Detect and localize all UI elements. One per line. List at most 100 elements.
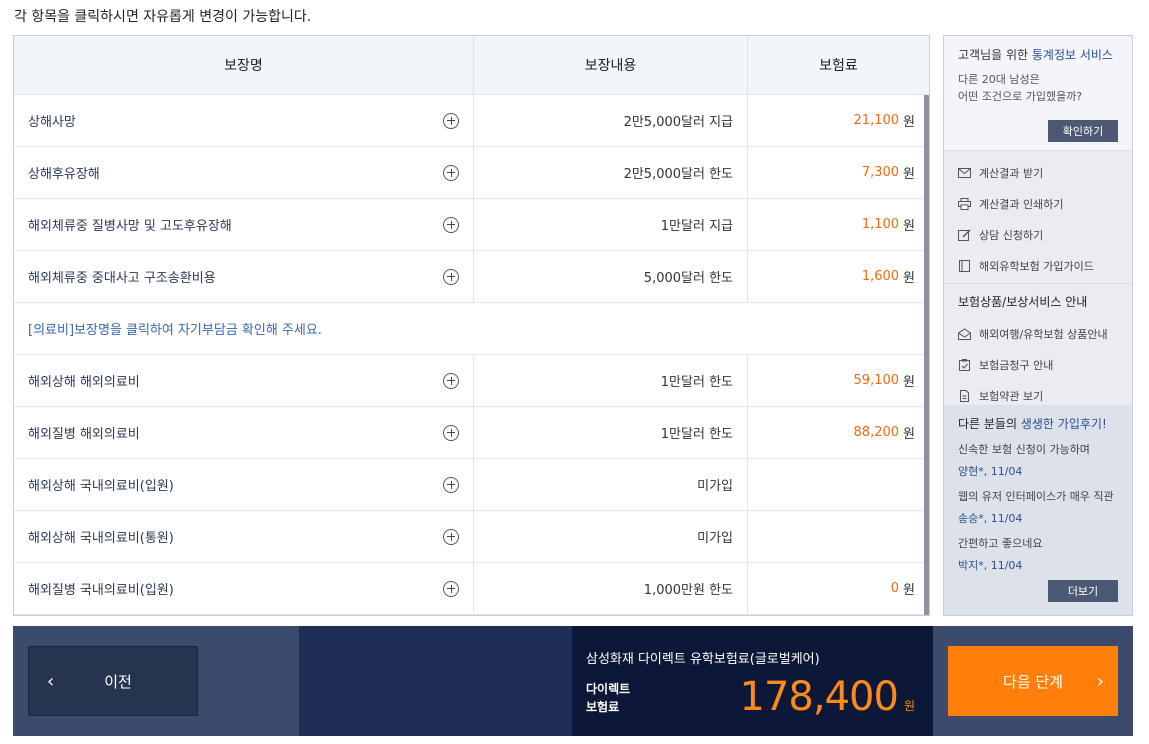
review-item[interactable]: 웹의 유저 인터페이스가 매우 직관 송승*, 11/04	[958, 488, 1118, 526]
coverage-content[interactable]: 1만달러 한도	[661, 371, 733, 390]
review-text[interactable]: 신속한 보험 신청이 가능하며	[958, 441, 1118, 457]
coverage-content-cell[interactable]: 1만달러 한도	[473, 355, 747, 406]
coverage-content-cell[interactable]: 미가입	[473, 511, 747, 562]
plus-circle-icon[interactable]	[443, 476, 459, 493]
plus-circle-icon[interactable]	[443, 372, 459, 389]
coverage-name[interactable]: 상해후유장해	[28, 163, 100, 182]
side-link-label: 계산결과 받기	[979, 166, 1044, 180]
premium-unit: 원	[903, 583, 915, 598]
coverage-content-cell[interactable]: 1만달러 지급	[473, 199, 747, 250]
stats-desc-line-1: 다른 20대 남성은	[958, 73, 1040, 86]
coverage-name[interactable]: 상해사망	[28, 111, 76, 130]
service-links: 해외여행/유학보험 상품안내 보험금청구 안내보험약관 보기	[944, 312, 1132, 413]
premium-value: 88,200	[853, 425, 900, 440]
medical-notice[interactable]: [의료비]보장명을 클릭하여 자기부담금 확인해 주세요.	[14, 303, 929, 355]
table-row[interactable]: 해외체류중 중대사고 구조송환비용 5,000달러 한도 1,600 원	[14, 251, 929, 303]
side-link-label: 계산결과 인쇄하기	[979, 197, 1064, 211]
table-row[interactable]: 상해사망 2만5,000달러 지급 21,100 원	[14, 95, 929, 147]
result-actions: 계산결과 받기계산결과 인쇄하기상담 신청하기 해외유학보험 가입가이드	[944, 151, 1132, 284]
coverage-content[interactable]: 1만달러 지급	[661, 215, 733, 234]
confirm-button[interactable]: 확인하기	[1048, 120, 1118, 142]
coverage-name-cell[interactable]: 상해후유장해	[14, 147, 473, 198]
coverage-table: 보장명 보장내용 보험료 상해사망 2만5,000달러 지급 21,100 원 상해후유…	[13, 35, 930, 616]
plus-circle-icon[interactable]	[443, 112, 459, 129]
premium-cell	[747, 459, 929, 510]
review-item[interactable]: 간편하고 좋으네요박지*, 11/04	[958, 535, 1118, 573]
coverage-content-cell[interactable]: 미가입	[473, 459, 747, 510]
coverage-name[interactable]: 해외질병 해외의료비	[28, 423, 140, 442]
coverage-name[interactable]: 해외질병 국내의료비(입원)	[28, 579, 174, 598]
next-button-label: 다음 단계	[1003, 672, 1063, 691]
stats-title-highlight: 통계정보 서비스	[1031, 48, 1113, 62]
coverage-name-cell[interactable]: 해외상해 해외의료비	[14, 355, 473, 406]
premium-cell: 7,300 원	[747, 147, 929, 198]
plus-circle-icon[interactable]	[443, 164, 459, 181]
table-row[interactable]: 상해후유장해 2만5,000달러 한도 7,300 원	[14, 147, 929, 199]
coverage-name[interactable]: 해외체류중 질병사망 및 고도후유장해	[28, 215, 232, 234]
edit-icon	[958, 228, 971, 241]
table-scrollbar[interactable]	[924, 95, 929, 615]
plus-circle-icon[interactable]	[443, 424, 459, 441]
coverage-name-cell[interactable]: 해외체류중 중대사고 구조송환비용	[14, 251, 473, 302]
side-link-item[interactable]: 상담 신청하기	[958, 219, 1118, 250]
review-meta: 박지*, 11/04	[958, 559, 1023, 572]
review-meta: 양현*, 11/04	[958, 465, 1023, 478]
side-link-label: 보험약관 보기	[979, 389, 1044, 403]
coverage-name-cell[interactable]: 상해사망	[14, 95, 473, 146]
coverage-name-cell[interactable]: 해외체류중 질병사망 및 고도후유장해	[14, 199, 473, 250]
premium-value: 1,100	[861, 217, 900, 232]
coverage-content[interactable]: 미가입	[697, 527, 733, 546]
stats-description: 다른 20대 남성은 어떤 조건으로 가입했을까?	[958, 71, 1118, 105]
table-row[interactable]: 해외질병 해외의료비 1만달러 한도 88,200 원	[14, 407, 929, 459]
side-link-item[interactable]: 계산결과 인쇄하기	[958, 188, 1118, 219]
review-text[interactable]: 간편하고 좋으네요	[958, 535, 1118, 551]
print-icon	[958, 197, 971, 210]
coverage-content-cell[interactable]: 1,000만원 한도	[473, 563, 747, 614]
coverage-name-cell[interactable]: 해외상해 국내의료비(통원)	[14, 511, 473, 562]
premium-unit: 원	[903, 219, 915, 234]
coverage-name[interactable]: 해외상해 국내의료비(통원)	[28, 527, 174, 546]
coverage-name[interactable]: 해외상해 해외의료비	[28, 371, 140, 390]
coverage-content[interactable]: 2만5,000달러 한도	[624, 163, 733, 182]
coverage-content[interactable]: 미가입	[697, 475, 733, 494]
coverage-content[interactable]: 1만달러 한도	[661, 423, 733, 442]
stats-title-prefix: 고객님을 위한	[958, 48, 1032, 62]
coverage-name-cell[interactable]: 해외상해 국내의료비(입원)	[14, 459, 473, 510]
premium-unit: 원	[903, 427, 915, 442]
table-row[interactable]: 해외상해 해외의료비 1만달러 한도 59,100 원	[14, 355, 929, 407]
review-item[interactable]: 신속한 보험 신청이 가능하며양현*, 11/04	[958, 441, 1118, 479]
coverage-name-cell[interactable]: 해외질병 해외의료비	[14, 407, 473, 458]
side-link-item[interactable]: 해외여행/유학보험 상품안내	[958, 318, 1118, 349]
plus-circle-icon[interactable]	[443, 216, 459, 233]
coverage-content[interactable]: 2만5,000달러 지급	[624, 111, 733, 130]
bottom-right: 다음 단계 ›	[933, 626, 1133, 736]
instruction-text: 각 항목을 클릭하시면 자유롭게 변경이 가능합니다.	[14, 9, 312, 25]
coverage-name-cell[interactable]: 해외질병 국내의료비(입원)	[14, 563, 473, 614]
premium-value: 21,100	[853, 113, 900, 128]
plus-circle-icon[interactable]	[443, 528, 459, 545]
coverage-content[interactable]: 5,000달러 한도	[644, 267, 733, 286]
services-title: 보험상품/보상서비스 안내	[958, 295, 1088, 309]
coverage-name[interactable]: 해외상해 국내의료비(입원)	[28, 475, 174, 494]
table-row[interactable]: 해외상해 국내의료비(입원) 미가입	[14, 459, 929, 511]
table-scrollbar-thumb[interactable]	[924, 95, 929, 615]
prev-button[interactable]: ‹ 이전	[28, 646, 198, 716]
next-step-button[interactable]: 다음 단계 ›	[948, 646, 1118, 716]
coverage-name[interactable]: 해외체류중 중대사고 구조송환비용	[28, 267, 216, 286]
table-row[interactable]: 해외상해 국내의료비(통원) 미가입	[14, 511, 929, 563]
coverage-content-cell[interactable]: 5,000달러 한도	[473, 251, 747, 302]
plus-circle-icon[interactable]	[443, 268, 459, 285]
chevron-left-icon: ‹	[47, 670, 55, 692]
side-link-item[interactable]: 계산결과 받기	[958, 157, 1118, 188]
coverage-content-cell[interactable]: 1만달러 한도	[473, 407, 747, 458]
coverage-content-cell[interactable]: 2만5,000달러 지급	[473, 95, 747, 146]
review-text[interactable]: 웹의 유저 인터페이스가 매우 직관	[958, 488, 1118, 504]
table-row[interactable]: 해외체류중 질병사망 및 고도후유장해 1만달러 지급 1,100 원	[14, 199, 929, 251]
more-reviews-button[interactable]: 더보기	[1048, 580, 1118, 602]
side-link-item[interactable]: 보험금청구 안내	[958, 349, 1118, 380]
side-link-item[interactable]: 해외유학보험 가입가이드	[958, 250, 1118, 281]
table-row[interactable]: 해외질병 국내의료비(입원) 1,000만원 한도 0 원	[14, 563, 929, 615]
plus-circle-icon[interactable]	[443, 580, 459, 597]
coverage-content[interactable]: 1,000만원 한도	[644, 579, 733, 598]
coverage-content-cell[interactable]: 2만5,000달러 한도	[473, 147, 747, 198]
